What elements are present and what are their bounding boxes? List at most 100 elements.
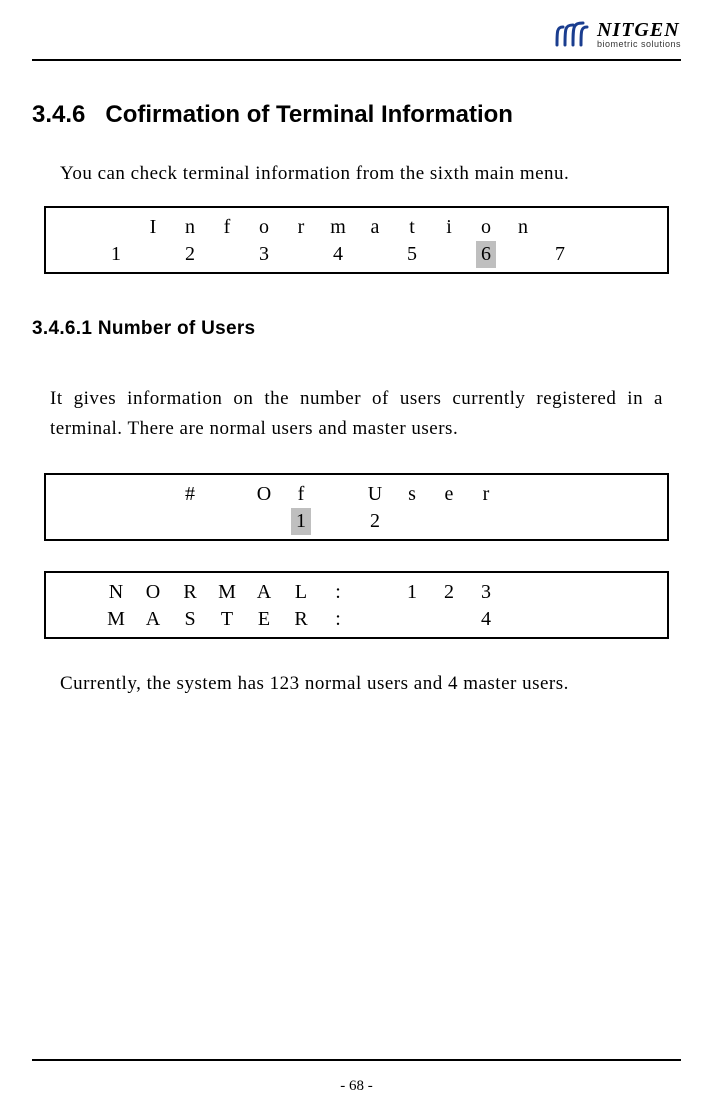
lcd-cell: o — [246, 214, 283, 241]
lcd-cell — [357, 579, 394, 606]
lcd-cell — [209, 508, 246, 535]
lcd-cell — [98, 214, 135, 241]
lcd-cell — [135, 508, 172, 535]
section-heading: 3.4.6 Cofirmation of Terminal Informatio… — [32, 101, 681, 129]
lcd-cell — [61, 508, 98, 535]
lcd-cell — [616, 214, 653, 241]
lcd-cell — [357, 606, 394, 633]
lcd-cell: m — [320, 214, 357, 241]
lcd-cell — [209, 241, 246, 268]
subsection-number: 3.4.6.1 — [32, 318, 92, 339]
lcd-cell: M — [209, 579, 246, 606]
lcd-cell: T — [209, 606, 246, 633]
lcd-cell: A — [135, 606, 172, 633]
lcd-cell — [246, 508, 283, 535]
lcd-cell: M — [98, 606, 135, 633]
lcd-cell — [616, 606, 653, 633]
lcd-cell: L — [283, 579, 320, 606]
lcd-cell — [209, 481, 246, 508]
section-number: 3.4.6 — [32, 101, 85, 128]
lcd-cell: # — [172, 481, 209, 508]
lcd-cell: a — [357, 214, 394, 241]
lcd-cell: r — [468, 481, 505, 508]
lcd-cell: N — [98, 579, 135, 606]
lcd-cell — [616, 579, 653, 606]
lcd-cell: 1 — [283, 508, 320, 535]
lcd-cell — [542, 214, 579, 241]
lcd-display-ofuser: #OfUser 12 — [44, 473, 669, 541]
lcd-cell — [61, 214, 98, 241]
lcd-cell — [61, 481, 98, 508]
header-rule — [32, 59, 681, 61]
lcd-cell — [579, 508, 616, 535]
lcd-cell — [579, 214, 616, 241]
lcd-cell — [135, 481, 172, 508]
header: NITGEN biometric solutions — [32, 20, 681, 55]
lcd-cell — [505, 508, 542, 535]
fingerprint-icon — [553, 21, 591, 49]
lcd-cell: R — [172, 579, 209, 606]
brand-tagline: biometric solutions — [597, 40, 681, 49]
lcd-cell — [431, 241, 468, 268]
lcd-cell: : — [320, 579, 357, 606]
lcd-cell — [579, 481, 616, 508]
lcd-cell — [172, 508, 209, 535]
lcd-cell — [542, 606, 579, 633]
lcd-cell: A — [246, 579, 283, 606]
lcd-cell: E — [246, 606, 283, 633]
lcd-cell: O — [135, 579, 172, 606]
lcd-cell — [61, 606, 98, 633]
lcd-cell: 5 — [394, 241, 431, 268]
lcd-cell — [431, 508, 468, 535]
lcd-cell — [468, 508, 505, 535]
intro-text: You can check terminal information from … — [50, 159, 663, 188]
lcd-cell — [61, 241, 98, 268]
subsection-heading: 3.4.6.1 Number of Users — [32, 318, 681, 340]
lcd-cell: n — [505, 214, 542, 241]
lcd-cell: : — [320, 606, 357, 633]
paragraph-1: It gives information on the number of us… — [50, 384, 663, 443]
lcd-cell: e — [431, 481, 468, 508]
brand-logo: NITGEN biometric solutions — [553, 20, 681, 49]
lcd-cell: I — [135, 214, 172, 241]
lcd-cell — [394, 606, 431, 633]
section-title: Cofirmation of Terminal Information — [105, 101, 513, 128]
lcd-cell: t — [394, 214, 431, 241]
lcd-cell — [616, 481, 653, 508]
lcd-cell: 4 — [320, 241, 357, 268]
lcd-cell — [394, 508, 431, 535]
lcd-cell: o — [468, 214, 505, 241]
lcd-cell: 3 — [468, 579, 505, 606]
lcd-display-information: Information 1234567 — [44, 206, 669, 274]
lcd-cell: R — [283, 606, 320, 633]
lcd-cell: 1 — [98, 241, 135, 268]
footer-rule — [32, 1059, 681, 1061]
lcd-cell — [505, 481, 542, 508]
lcd-cell: 7 — [542, 241, 579, 268]
lcd-cell — [542, 481, 579, 508]
lcd-cell — [616, 508, 653, 535]
lcd-cell: S — [172, 606, 209, 633]
lcd-cell: U — [357, 481, 394, 508]
lcd-cell — [320, 508, 357, 535]
lcd-cell: f — [283, 481, 320, 508]
lcd-cell: O — [246, 481, 283, 508]
lcd-cell — [579, 241, 616, 268]
lcd-cell — [431, 606, 468, 633]
lcd-cell: n — [172, 214, 209, 241]
lcd-cell: 3 — [246, 241, 283, 268]
lcd-display-counts: NORMAL:123 MASTER:4 — [44, 571, 669, 639]
lcd-cell — [505, 606, 542, 633]
lcd-cell — [98, 481, 135, 508]
paragraph-2: Currently, the system has 123 normal use… — [50, 669, 663, 698]
lcd-cell: 1 — [394, 579, 431, 606]
lcd-cell — [98, 508, 135, 535]
subsection-title: Number of Users — [98, 318, 256, 339]
lcd-cell — [283, 241, 320, 268]
lcd-cell: i — [431, 214, 468, 241]
lcd-cell: 6 — [468, 241, 505, 268]
lcd-cell: 4 — [468, 606, 505, 633]
lcd-cell — [61, 579, 98, 606]
lcd-cell — [320, 481, 357, 508]
lcd-cell — [357, 241, 394, 268]
